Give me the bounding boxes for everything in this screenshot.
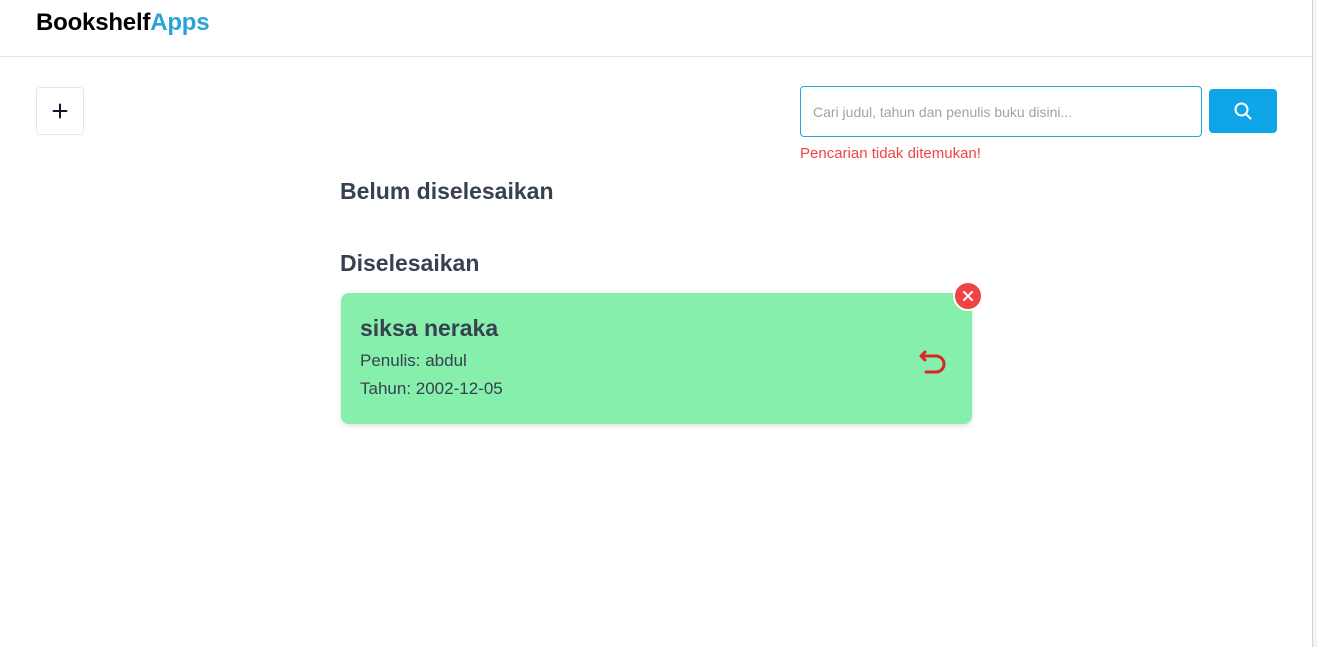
window-edge [1312, 0, 1317, 647]
section-title-finished: Diselesaikan [340, 250, 480, 276]
plus-icon [52, 103, 68, 119]
search-icon [1234, 102, 1252, 120]
search-input[interactable] [800, 86, 1202, 137]
book-author: Penulis: abdul [360, 351, 467, 370]
app-header: BookshelfApps [0, 0, 1312, 57]
add-book-button[interactable] [36, 87, 84, 135]
move-to-unfinished-button[interactable] [916, 343, 950, 377]
app-page: BookshelfApps Pencarian tidak ditemukan!… [0, 0, 1312, 647]
close-icon [963, 291, 973, 301]
book-year: Tahun: 2002-12-05 [360, 379, 503, 398]
book-title: siksa neraka [360, 315, 499, 341]
brand-name: Bookshelf [36, 9, 151, 36]
search-button[interactable] [1209, 89, 1277, 133]
book-card: siksa neraka Penulis: abdul Tahun: 2002-… [341, 293, 972, 424]
section-title-unfinished: Belum diselesaikan [340, 178, 554, 204]
brand-logo: BookshelfApps [36, 9, 210, 37]
undo-icon [919, 350, 946, 374]
delete-book-button[interactable] [953, 281, 983, 311]
brand-accent: Apps [150, 9, 210, 36]
search-error-message: Pencarian tidak ditemukan! [800, 145, 981, 162]
